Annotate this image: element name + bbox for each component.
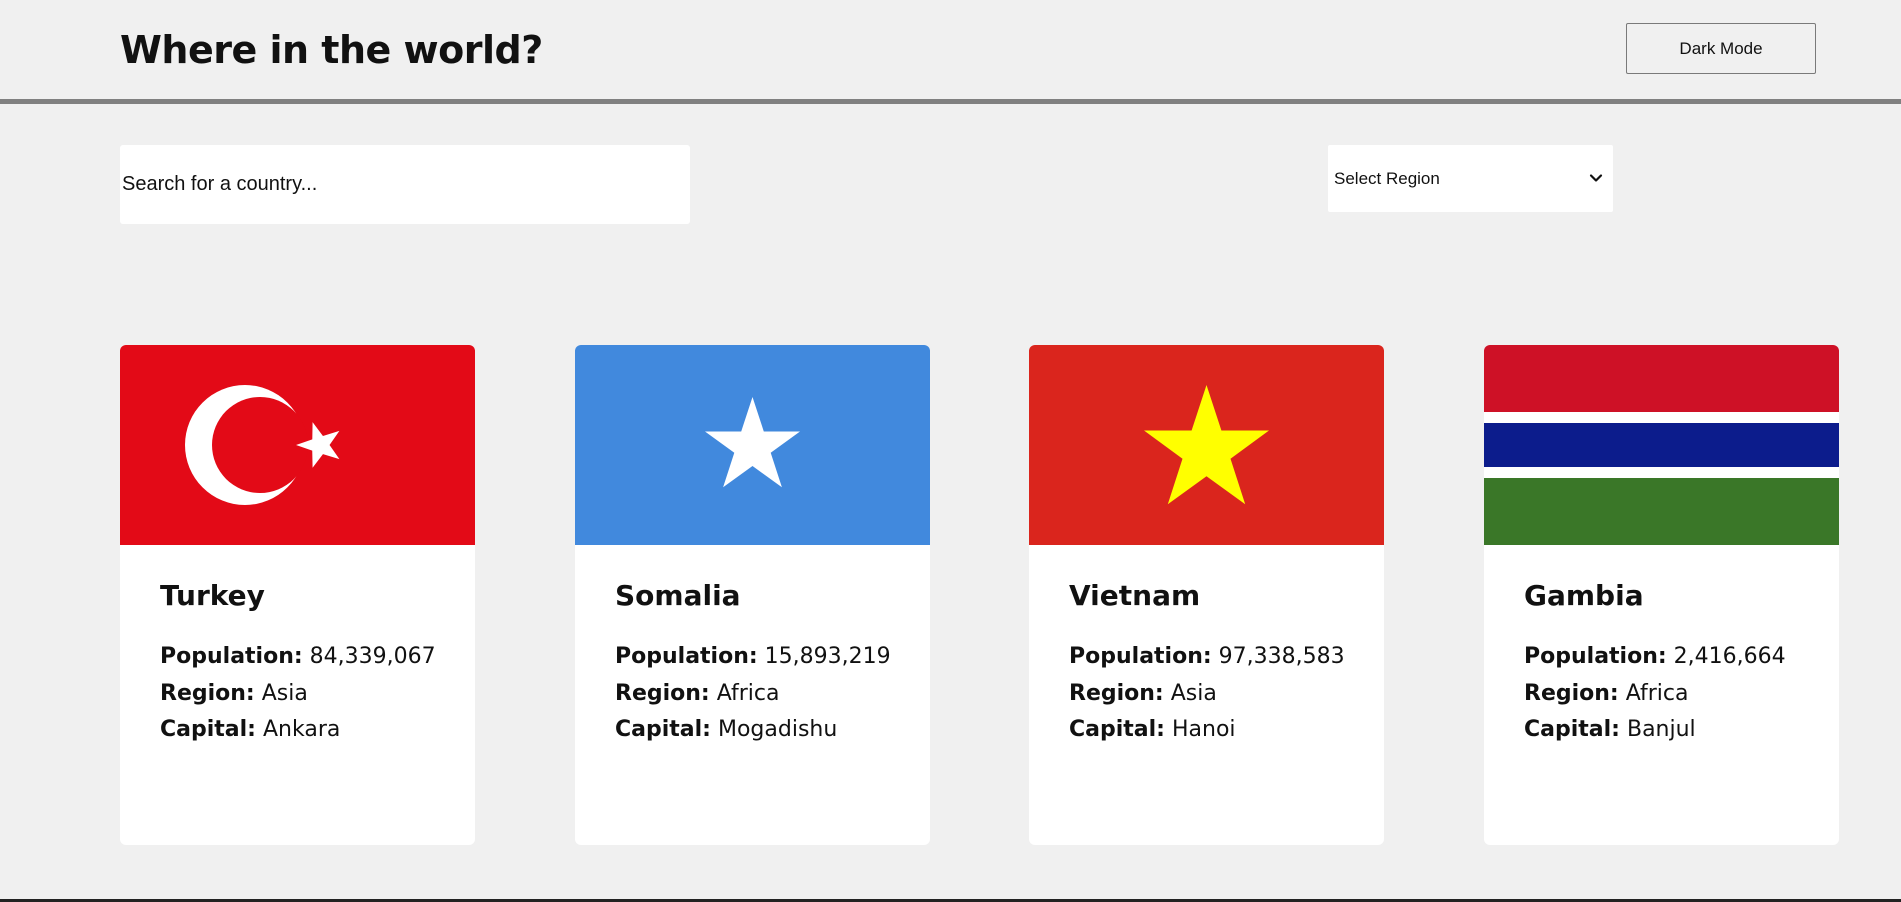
population-label: Population:	[160, 644, 303, 669]
region-row: Region: Africa	[615, 679, 779, 709]
capital-label: Capital:	[1524, 717, 1620, 742]
region-label: Region:	[1069, 681, 1164, 706]
capital-value: Banjul	[1626, 717, 1696, 742]
region-label: Region:	[1524, 681, 1619, 706]
vietnam-flag-icon	[1029, 345, 1384, 545]
region-value: Africa	[1625, 681, 1689, 706]
country-card[interactable]: Vietnam Population: 97,338,583 Region: A…	[1029, 345, 1384, 845]
population-row: Population: 2,416,664	[1524, 642, 1786, 672]
region-value: Africa	[716, 681, 780, 706]
region-row: Region: Asia	[160, 679, 308, 709]
population-label: Population:	[1524, 644, 1667, 669]
capital-label: Capital:	[160, 717, 256, 742]
population-label: Population:	[1069, 644, 1212, 669]
population-label: Population:	[615, 644, 758, 669]
turkey-flag-icon	[120, 345, 475, 545]
country-name: Vietnam	[1069, 579, 1201, 612]
country-name: Somalia	[615, 579, 741, 612]
country-card[interactable]: Somalia Population: 15,893,219 Region: A…	[575, 345, 930, 845]
region-select[interactable]: Select Region	[1328, 145, 1613, 212]
capital-value: Hanoi	[1171, 717, 1236, 742]
capital-row: Capital: Ankara	[160, 715, 340, 745]
population-value: 97,338,583	[1218, 644, 1345, 669]
capital-row: Capital: Mogadishu	[615, 715, 837, 745]
dark-mode-button[interactable]: Dark Mode	[1626, 23, 1816, 74]
capital-label: Capital:	[615, 717, 711, 742]
region-label: Region:	[160, 681, 255, 706]
population-value: 2,416,664	[1673, 644, 1786, 669]
country-name: Gambia	[1524, 579, 1644, 612]
capital-label: Capital:	[1069, 717, 1165, 742]
country-card[interactable]: Turkey Population: 84,339,067 Region: As…	[120, 345, 475, 845]
somalia-flag-icon	[575, 345, 930, 545]
region-row: Region: Africa	[1524, 679, 1688, 709]
region-row: Region: Asia	[1069, 679, 1217, 709]
region-value: Asia	[1170, 681, 1217, 706]
search-input[interactable]	[122, 145, 682, 224]
search-box[interactable]	[120, 145, 690, 224]
header-divider	[0, 99, 1901, 104]
capital-row: Capital: Banjul	[1524, 715, 1696, 745]
region-select-value: Select Region	[1334, 169, 1440, 188]
region-value: Asia	[261, 681, 308, 706]
capital-value: Mogadishu	[717, 717, 838, 742]
population-value: 84,339,067	[309, 644, 436, 669]
population-value: 15,893,219	[764, 644, 891, 669]
page-header: Where in the world? Dark Mode	[0, 0, 1901, 100]
capital-value: Ankara	[262, 717, 341, 742]
page-title: Where in the world?	[120, 28, 543, 72]
country-name: Turkey	[160, 579, 265, 612]
chevron-down-icon	[1589, 174, 1603, 182]
gambia-flag-icon	[1484, 345, 1839, 545]
capital-row: Capital: Hanoi	[1069, 715, 1236, 745]
country-card[interactable]: Gambia Population: 2,416,664 Region: Afr…	[1484, 345, 1839, 845]
population-row: Population: 84,339,067	[160, 642, 436, 672]
region-label: Region:	[615, 681, 710, 706]
population-row: Population: 15,893,219	[615, 642, 891, 672]
population-row: Population: 97,338,583	[1069, 642, 1345, 672]
